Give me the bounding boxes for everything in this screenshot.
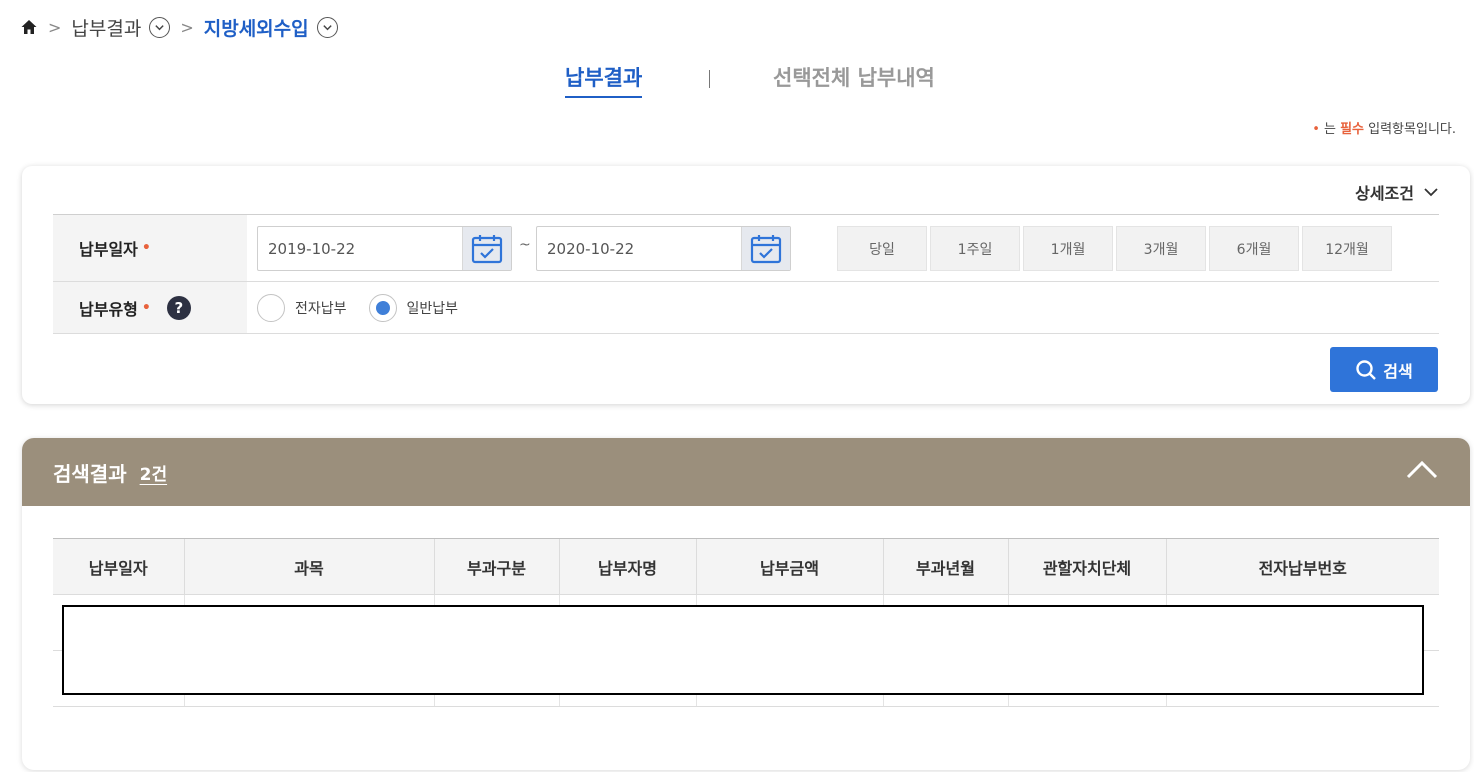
payment-date-value: ~ 당일 1주일 1개월 3개월 6개월 12개월	[247, 215, 1439, 281]
redaction-box	[62, 605, 1424, 695]
period-6months-button[interactable]: 6개월	[1209, 226, 1299, 271]
column-header: 납부자명	[558, 538, 696, 595]
table-header-row: 납부일자 과목 부과구분 납부자명 납부금액 부과년월 관할자치단체 전자납부번…	[53, 538, 1439, 595]
required-note-suffix: 입력항목입니다.	[1368, 122, 1456, 137]
period-today-button[interactable]: 당일	[837, 226, 927, 271]
required-dot: •	[1312, 122, 1320, 137]
search-form: 납부일자• ~ 당일 1주일	[53, 214, 1439, 334]
calendar-icon[interactable]	[741, 227, 790, 270]
column-header: 전자납부번호	[1165, 538, 1439, 595]
column-header: 납부금액	[695, 538, 883, 595]
date-from-input[interactable]	[258, 227, 462, 270]
tab-bar: 납부결과 선택전체 납부내역	[0, 62, 1474, 98]
column-header: 납부일자	[53, 538, 184, 595]
date-to-input[interactable]	[537, 227, 741, 270]
radio-button-checked[interactable]	[368, 293, 397, 322]
payment-type-value: 전자납부 일반납부	[247, 282, 1439, 333]
search-panel: 상세조건 납부일자• ~	[22, 166, 1470, 404]
results-count: 2건	[139, 464, 168, 485]
detail-conditions-toggle[interactable]: 상세조건	[1355, 180, 1438, 204]
date-from-field	[257, 226, 512, 271]
period-3months-button[interactable]: 3개월	[1116, 226, 1206, 271]
payment-type-label-text: 납부유형	[79, 299, 138, 319]
required-dot: •	[141, 240, 151, 256]
radio-label: 일반납부	[406, 300, 459, 317]
payment-date-label: 납부일자 •	[53, 215, 247, 281]
breadcrumb-item-payment-result[interactable]: 납부결과	[71, 14, 141, 41]
payment-type-row: 납부유형 • ? 전자납부 일반납부	[53, 282, 1439, 334]
home-icon[interactable]	[20, 18, 38, 36]
required-dot: •	[141, 299, 151, 316]
tab-payment-result[interactable]: 납부결과	[565, 62, 643, 98]
period-12months-button[interactable]: 12개월	[1302, 226, 1392, 271]
required-word: 필수	[1340, 122, 1364, 137]
column-header: 부과구분	[433, 538, 559, 595]
payment-date-row: 납부일자• ~ 당일 1주일	[53, 215, 1439, 282]
tab-all-payment-history[interactable]: 선택전체 납부내역	[773, 62, 935, 92]
payment-type-radio-group: 전자납부 일반납부	[257, 293, 459, 322]
date-separator: ~	[519, 237, 531, 253]
column-header: 부과년월	[882, 538, 1008, 595]
radio-button[interactable]	[257, 293, 285, 322]
period-1week-button[interactable]: 1주일	[930, 226, 1020, 271]
column-header: 과목	[183, 538, 434, 595]
radio-electronic-payment[interactable]: 전자납부	[257, 293, 347, 322]
tab-divider	[709, 70, 710, 88]
chevron-down-icon[interactable]	[316, 16, 338, 38]
payment-type-label: 납부유형 • ?	[53, 282, 247, 333]
breadcrumb: > 납부결과 > 지방세외수입	[20, 12, 338, 42]
results-title: 검색결과	[53, 461, 127, 486]
chevron-down-icon	[1424, 188, 1438, 197]
payment-date-label-text: 납부일자	[79, 240, 138, 259]
period-1month-button[interactable]: 1개월	[1023, 226, 1113, 271]
date-to-field	[536, 226, 791, 271]
radio-general-payment[interactable]: 일반납부	[368, 293, 459, 322]
column-header: 관할자치단체	[1007, 538, 1166, 595]
chevron-right-icon: >	[48, 17, 62, 37]
period-buttons: 당일 1주일 1개월 3개월 6개월 12개월	[837, 226, 1392, 271]
detail-conditions-label: 상세조건	[1355, 184, 1414, 203]
calendar-icon[interactable]	[462, 227, 511, 270]
search-icon	[1356, 359, 1377, 380]
radio-label: 전자납부	[295, 300, 347, 317]
chevron-right-icon: >	[180, 17, 194, 37]
chevron-up-icon[interactable]	[1406, 460, 1438, 480]
help-icon[interactable]: ?	[166, 295, 191, 320]
results-header: 검색결과 2건	[22, 438, 1470, 506]
search-button-label: 검색	[1383, 361, 1413, 381]
required-note-prefix: 는	[1323, 122, 1336, 137]
results-panel: 검색결과 2건 납부일자 과목 부과구분 납부자명 납부금액 부과년월 관할자치…	[22, 438, 1470, 770]
search-button[interactable]: 검색	[1330, 347, 1438, 392]
breadcrumb-item-nontax-revenue[interactable]: 지방세외수입	[204, 14, 309, 41]
chevron-down-icon[interactable]	[149, 16, 171, 38]
required-note: • 는 필수 입력항목입니다.	[1312, 118, 1456, 137]
